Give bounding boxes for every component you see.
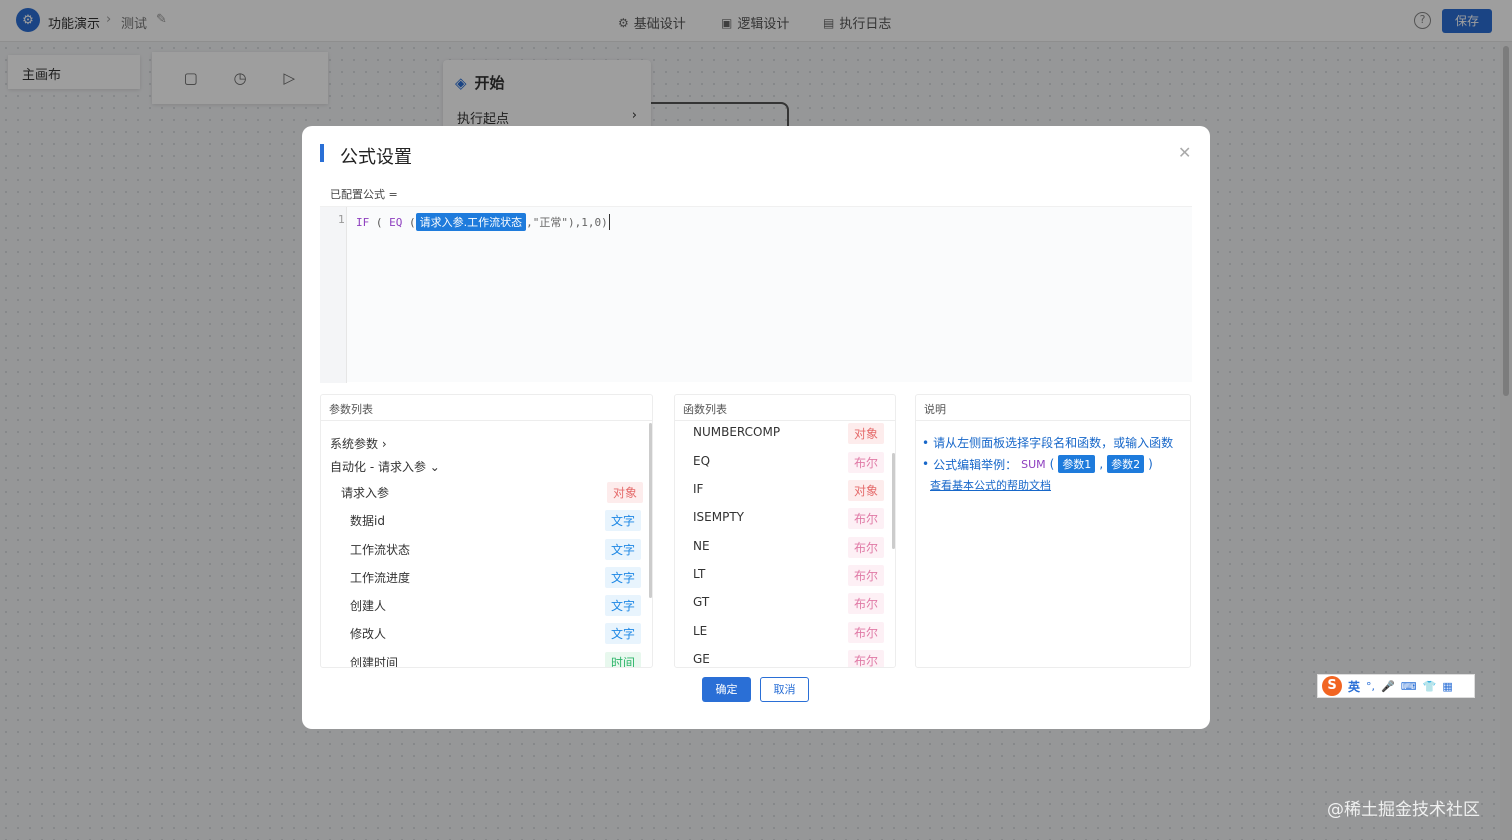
type-tag: 布尔 [848,565,885,586]
type-tag: 文字 [605,567,642,588]
divider [675,420,895,421]
type-tag: 布尔 [848,622,885,643]
list-item[interactable]: NUMBERCOMP [693,425,780,439]
grid-icon[interactable]: ▦ [1442,680,1452,693]
type-tag: 文字 [605,539,642,560]
list-item[interactable]: 数据id [350,512,385,529]
arg-chip: 参数1 [1058,455,1096,473]
param-list-scrollbar[interactable] [649,423,652,598]
formula-code[interactable]: IF ( EQ ( 请求入参.工作流状态 ,"正常"),1,0) [356,213,610,231]
microphone-icon[interactable]: 🎤 [1381,680,1395,693]
text-caret [608,214,610,230]
description-text: 请从左侧面板选择字段名和函数，或输入函数 [933,436,1174,450]
list-item[interactable]: GT [693,595,709,609]
skin-icon[interactable]: 👕 [1423,680,1437,693]
list-item[interactable]: 请求入参 [341,484,389,501]
function-list-scrollbar[interactable] [892,453,895,549]
description-text: 公式编辑举例： [933,457,1018,472]
group-request-params[interactable]: 自动化 - 请求入参 ⌄ [330,458,440,475]
type-tag: 布尔 [848,593,885,614]
help-doc-link[interactable]: 查看基本公式的帮助文档 [930,477,1051,493]
list-item[interactable]: 工作流状态 [350,541,410,558]
list-item[interactable]: 修改人 [350,625,386,642]
type-tag: 布尔 [848,537,885,558]
type-tag: 文字 [605,623,642,644]
code-eq: EQ [389,215,403,229]
formula-editor[interactable]: 1 IF ( EQ ( 请求入参.工作流状态 ,"正常"),1,0) [320,206,1192,383]
list-item[interactable]: 工作流进度 [350,569,410,586]
group-label: 系统参数 [330,437,379,451]
code-tail: ,"正常"),1,0) [526,216,608,229]
type-tag: 布尔 [848,452,885,473]
list-item[interactable]: NE [693,539,710,553]
close-icon[interactable]: ✕ [1178,143,1191,162]
divider [321,420,652,421]
list-item[interactable]: GE [693,652,710,666]
group-label: 自动化 - 请求入参 [330,460,426,474]
type-tag: 文字 [605,595,642,616]
function-list-header: 函数列表 [683,403,727,416]
title-accent-bar [320,144,324,162]
ime-logo-icon[interactable]: S [1322,676,1342,696]
description-line-1: • 请从左侧面板选择字段名和函数，或输入函数 [922,435,1174,451]
function-list-panel: 函数列表 NUMBERCOMP 对象 EQ 布尔 IF 对象 ISEMPTY 布… [674,394,896,668]
punctuation-icon[interactable]: °, [1366,680,1375,693]
type-tag: 文字 [605,510,642,531]
code-field-chip[interactable]: 请求入参.工作流状态 [415,213,527,231]
type-tag: 布尔 [848,650,885,667]
ime-toolbar[interactable]: S 英 °, 🎤 ⌨ 👕 ▦ [1317,674,1475,698]
description-line-2: • 公式编辑举例： SUM (参数1, 参数2) [922,455,1153,473]
cancel-button[interactable]: 取消 [760,677,809,702]
formula-settings-modal: 公式设置 ✕ 已配置公式 = 1 IF ( EQ ( 请求入参.工作流状态 ,"… [302,126,1210,729]
chevron-down-icon: ⌄ [429,460,440,474]
type-tag: 时间 [605,652,642,667]
type-tag: 对象 [607,482,644,503]
type-tag: 对象 [848,423,885,444]
list-item[interactable]: LT [693,567,705,581]
line-number: 1 [338,213,345,226]
modal-title: 公式设置 [340,147,412,168]
list-item[interactable]: EQ [693,454,710,468]
editor-gutter: 1 [320,207,347,383]
list-item[interactable]: LE [693,624,707,638]
description-header: 说明 [924,403,946,416]
formula-label: 已配置公式 = [330,188,398,201]
param-list-panel: 参数列表 系统参数 › 自动化 - 请求入参 ⌄ 请求入参 对象 数据id 文字… [320,394,653,668]
ime-mode[interactable]: 英 [1348,678,1360,695]
confirm-button[interactable]: 确定 [702,677,751,702]
list-item[interactable]: 创建时间 [350,654,398,667]
description-panel: 说明 • 请从左侧面板选择字段名和函数，或输入函数 • 公式编辑举例： SUM (参… [915,394,1191,668]
arg-chip: 参数2 [1107,455,1145,473]
divider [916,420,1190,421]
param-list-header: 参数列表 [329,403,373,416]
list-item[interactable]: ISEMPTY [693,510,744,524]
watermark: @稀土掘金技术社区 [1327,800,1480,820]
chevron-right-icon: › [381,437,387,451]
type-tag: 布尔 [848,508,885,529]
list-item[interactable]: IF [693,482,703,496]
keyboard-icon[interactable]: ⌨ [1401,680,1417,693]
code-if: IF [356,215,370,229]
group-system-params[interactable]: 系统参数 › [330,435,387,452]
type-tag: 对象 [848,480,885,501]
list-item[interactable]: 创建人 [350,597,386,614]
sum-keyword: SUM [1021,457,1046,471]
